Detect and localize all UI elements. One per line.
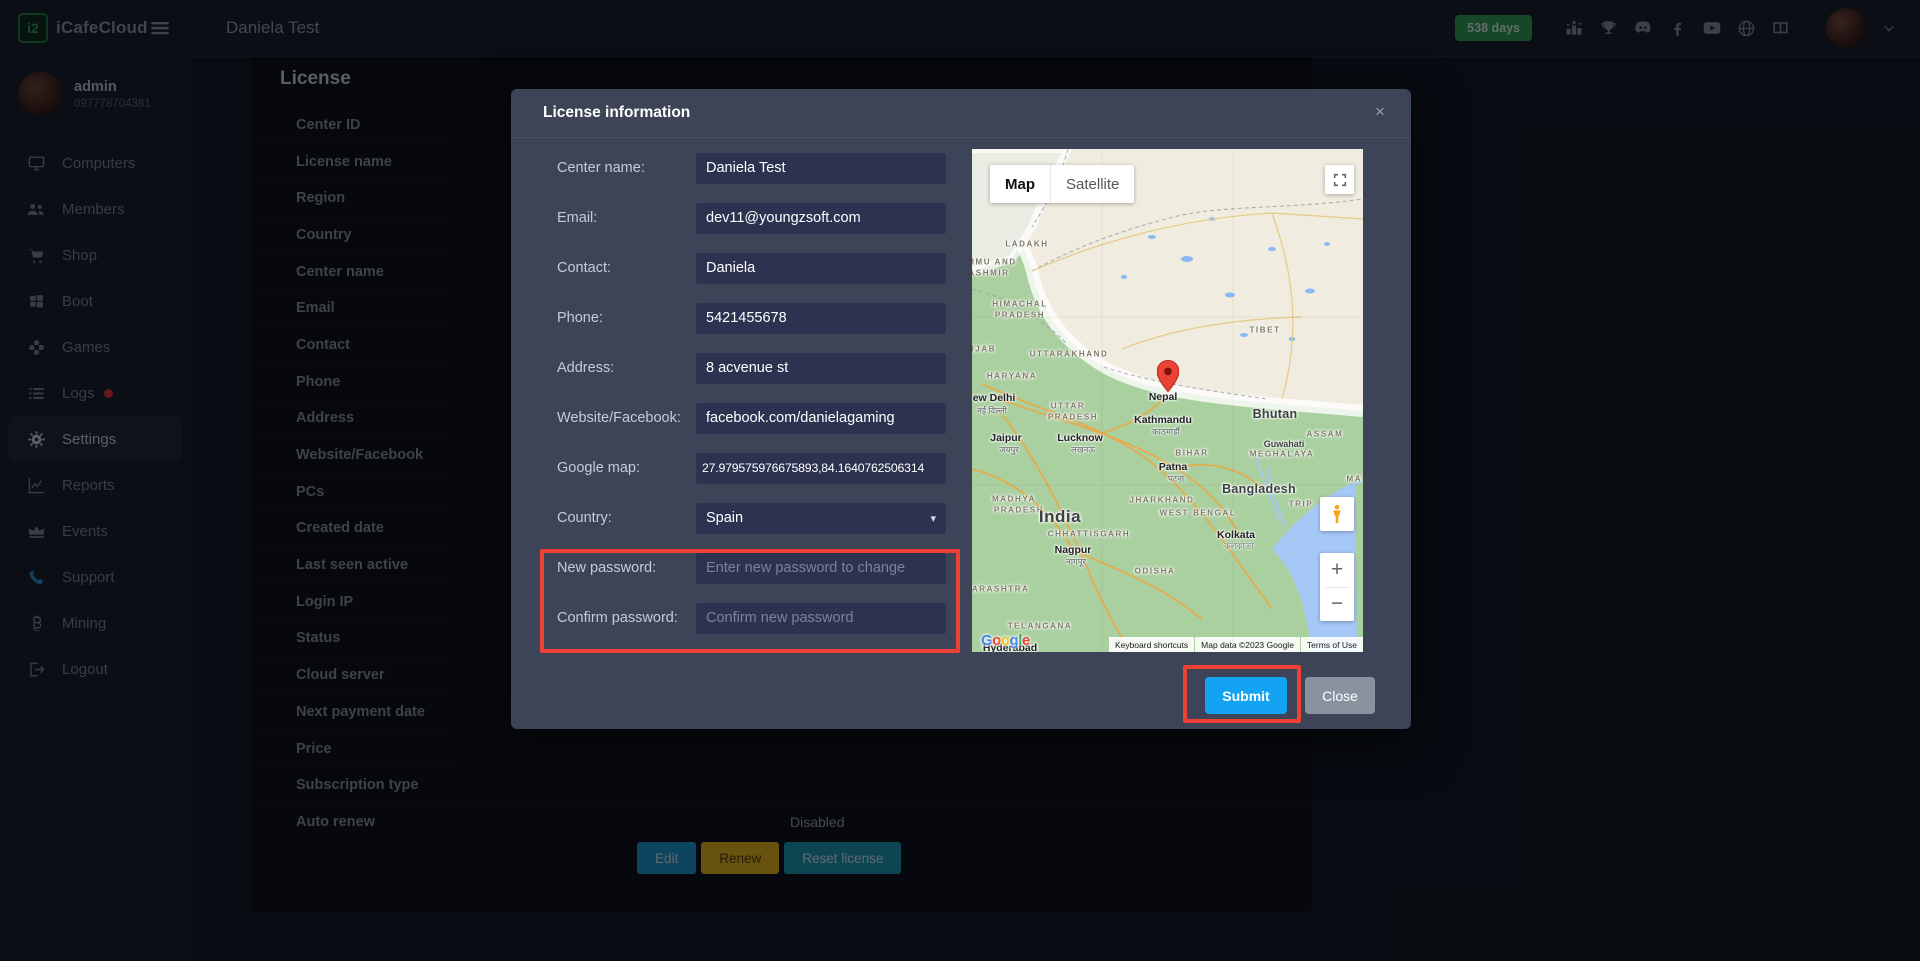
- form-row-center-name: Center name:: [557, 143, 961, 193]
- website-facebookinput[interactable]: [696, 403, 946, 434]
- map-label: WEST BENGAL: [1160, 509, 1237, 518]
- map-label: नागपूर: [1066, 557, 1086, 568]
- form-row-country: Country: Spain ▾: [557, 493, 961, 543]
- field-label: Center name:: [557, 160, 696, 176]
- map-label: ASSAM: [1307, 430, 1344, 439]
- map-label: JHARKHAND: [1129, 496, 1194, 505]
- close-icon[interactable]: ×: [1369, 101, 1391, 123]
- license-form: Center name: Email: Contact: Phone: Address:…: [557, 143, 961, 643]
- map-label: BIHAR: [1175, 449, 1208, 458]
- field-label: Phone:: [557, 310, 696, 326]
- map-label: UTTAR: [1051, 402, 1086, 411]
- map-label: ew Delhi: [973, 392, 1016, 404]
- google-map[interactable]: LADAKH MMU AND ASHMIR HIMACHAL PRADESH TIBET N…: [972, 149, 1363, 652]
- map-attribution: Keyboard shortcutsMap data ©2023 GoogleT…: [1109, 637, 1363, 652]
- field-label: Confirm password:: [557, 610, 696, 626]
- map-label: PRADESH: [1048, 413, 1098, 422]
- map-label: LADAKH: [1005, 240, 1048, 249]
- field-label: Google map:: [557, 460, 696, 476]
- map-type-control: Map Satellite: [990, 165, 1134, 203]
- pegman-icon[interactable]: [1320, 497, 1354, 531]
- submit-button[interactable]: Submit: [1205, 677, 1287, 714]
- map-label: UTTARAKHAND: [1030, 350, 1109, 359]
- map-label: PRADESH: [994, 506, 1044, 515]
- map-label: MADHYA: [992, 495, 1036, 504]
- new-passwordinput[interactable]: [696, 553, 946, 584]
- zoom-out-button[interactable]: −: [1320, 588, 1354, 622]
- map-label: Jaipur: [990, 432, 1022, 444]
- map-label: Bhutan: [1253, 407, 1298, 421]
- emailinput[interactable]: [696, 203, 946, 234]
- map-label: ASHMIR: [972, 269, 1010, 278]
- map-label: MEGHALAYA: [1250, 450, 1315, 459]
- map-label: Lucknow: [1057, 432, 1103, 444]
- satellite-tab[interactable]: Satellite: [1051, 165, 1134, 203]
- modal-title: License information: [543, 104, 690, 122]
- map-labels: LADAKH MMU AND ASHMIR HIMACHAL PRADESH TIBET N…: [972, 149, 1363, 652]
- map-label: MAN: [1346, 475, 1363, 484]
- map-label: जयपुर: [999, 445, 1019, 456]
- map-label: Kathmandu: [1134, 414, 1192, 426]
- map-zoom-control: + −: [1320, 553, 1354, 621]
- google-mapinput[interactable]: [696, 453, 946, 484]
- map-label: Bangladesh: [1222, 482, 1296, 496]
- field-label: Address:: [557, 360, 696, 376]
- map-label: TIBET: [1249, 326, 1280, 335]
- map-label: HARASHTRA: [972, 585, 1030, 594]
- map-label: PRADESH: [995, 311, 1045, 320]
- form-row-confirm-password: Confirm password:: [557, 593, 961, 643]
- countryselect[interactable]: Spain ▾: [696, 503, 946, 534]
- google-logo[interactable]: Google: [981, 632, 1030, 649]
- modal-header: License information: [511, 89, 1411, 138]
- map-label: काठमाडौं: [1152, 427, 1180, 438]
- map-label: लखनऊ: [1071, 445, 1095, 456]
- addressinput[interactable]: [696, 353, 946, 384]
- map-label: ODISHA: [1135, 567, 1176, 576]
- attribution-keyboard-shortcuts[interactable]: Keyboard shortcuts: [1109, 637, 1194, 652]
- field-label: Email:: [557, 210, 696, 226]
- map-label: TELANGANA: [1008, 622, 1073, 631]
- map-label: नई दिल्ली: [977, 406, 1007, 417]
- map-label: Guwahati: [1264, 439, 1305, 449]
- field-label: Contact:: [557, 260, 696, 276]
- confirm-passwordinput[interactable]: [696, 603, 946, 634]
- center-nameinput[interactable]: [696, 153, 946, 184]
- zoom-in-button[interactable]: +: [1320, 553, 1354, 587]
- form-row-address: Address:: [557, 343, 961, 393]
- map-label: Nepal: [1149, 391, 1178, 403]
- map-marker-icon: [1157, 360, 1179, 392]
- map-label: MMU AND: [972, 258, 1017, 267]
- field-label: Country:: [557, 510, 696, 526]
- app-root: i2 iCafeCloud Daniela Test 538 days admi…: [0, 0, 1920, 961]
- fullscreen-icon[interactable]: [1325, 165, 1354, 194]
- map-label: TRIP: [1289, 500, 1314, 509]
- attribution-map-data-2023-google[interactable]: Map data ©2023 Google: [1195, 637, 1300, 652]
- form-row-new-password: New password:: [557, 543, 961, 593]
- form-row-phone: Phone:: [557, 293, 961, 343]
- form-row-website-facebook: Website/Facebook:: [557, 393, 961, 443]
- map-label: HARYANA: [987, 372, 1037, 381]
- form-row-google-map: Google map:: [557, 443, 961, 493]
- contactinput[interactable]: [696, 253, 946, 284]
- map-label: কলকাতা: [1224, 540, 1254, 554]
- map-tab[interactable]: Map: [990, 165, 1051, 203]
- attribution-terms-of-use[interactable]: Terms of Use: [1301, 637, 1363, 652]
- map-label: पटना: [1168, 474, 1184, 485]
- map-label: India: [1039, 507, 1081, 527]
- phoneinput[interactable]: [696, 303, 946, 334]
- map-label: NJAB: [972, 345, 996, 354]
- chevron-down-icon: ▾: [930, 512, 936, 525]
- field-label: Website/Facebook:: [557, 410, 696, 426]
- license-information-modal: License information × Center name: Email:…: [511, 89, 1411, 729]
- form-row-contact: Contact:: [557, 243, 961, 293]
- map-label: HIMACHAL: [992, 300, 1047, 309]
- map-label: CHHATTISGARH: [1048, 530, 1131, 539]
- field-label: New password:: [557, 560, 696, 576]
- close-button[interactable]: Close: [1305, 677, 1375, 714]
- map-label: Nagpur: [1055, 544, 1092, 556]
- selected-value: Spain: [706, 510, 743, 526]
- map-label: Patna: [1159, 461, 1188, 473]
- form-row-email: Email:: [557, 193, 961, 243]
